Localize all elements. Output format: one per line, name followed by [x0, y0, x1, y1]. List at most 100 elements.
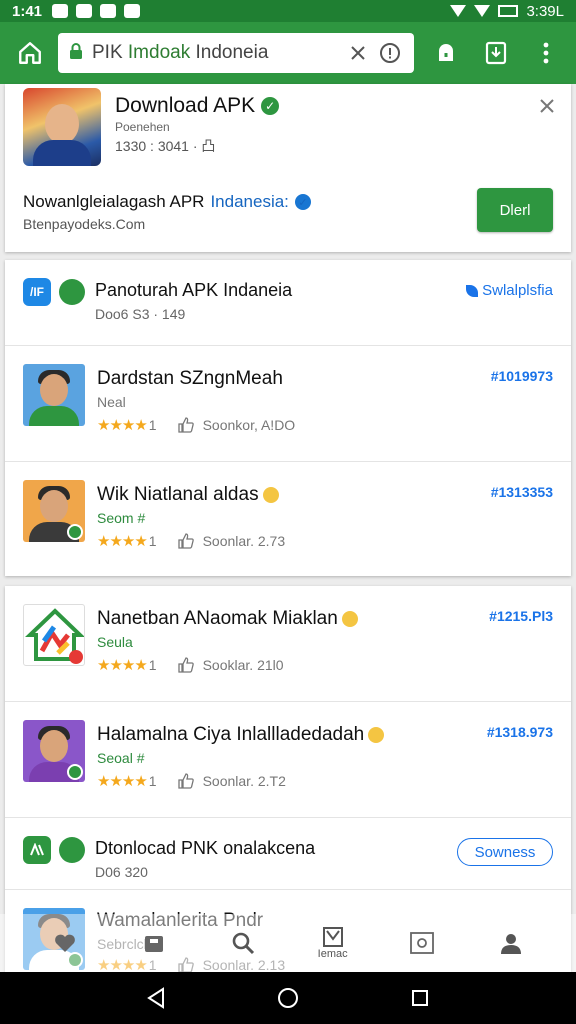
status-bar: 1:41 3:39L	[0, 0, 576, 22]
app-size: #1313353	[490, 484, 553, 500]
app-name: Wik Niatlanal aldas	[97, 484, 279, 506]
thumbs-up-icon	[177, 656, 195, 674]
app-rating: ★★★★ 1 Sooklar. 21l0	[97, 656, 284, 674]
app-thumbnail	[23, 604, 85, 666]
app-size: #1215.Pl3	[489, 608, 553, 624]
verified-icon: ✓	[261, 97, 280, 115]
emoji-icon	[262, 487, 279, 503]
section-meta: Doo6 S3 · 149	[95, 306, 186, 322]
download-button[interactable]	[476, 33, 516, 73]
shield-button[interactable]	[426, 33, 466, 73]
app-rating: ★★★★ 1 Soonlar. 2.73	[97, 533, 286, 550]
list-item[interactable]: Wik Niatlanal aldas Seom # ★★★★ 1 Soonlar…	[5, 462, 571, 578]
thumbs-up-icon	[177, 772, 195, 790]
home-button[interactable]	[10, 33, 50, 73]
app-likes: Soonlar. 2.73	[202, 533, 286, 549]
dismiss-button[interactable]	[535, 96, 559, 120]
app-name: Nanetban ANaomak Miaklan	[97, 608, 358, 630]
overflow-menu-button[interactable]	[526, 33, 566, 73]
download-section-row[interactable]: Dtonlocad PNK onalakcena D06 320 Sowness	[5, 818, 571, 890]
featured-title[interactable]: Download APK ✓	[115, 94, 280, 118]
app-size: #1019973	[490, 368, 553, 384]
featured-site: Btenpayodeks.Com	[23, 216, 146, 232]
featured-app-card: Download APK ✓ Poenehen 1330 : 3041 · 凸 …	[5, 84, 571, 252]
star-rating-icon: ★★★★	[97, 417, 148, 434]
featured-subtitle: Poenehen	[115, 120, 170, 134]
download-row-meta: D06 320	[95, 864, 148, 880]
app-thumbnail	[23, 364, 85, 426]
star-rating-icon: ★★★★	[97, 773, 148, 790]
status-clock-right: 3:39L	[526, 2, 564, 20]
app-rating: ★★★★ 1 Soonkor, A!DO	[97, 417, 296, 434]
notification-icon	[100, 4, 117, 18]
emoji-icon	[368, 727, 385, 743]
heart-icon	[54, 934, 75, 952]
app-name-text: Wik Niatlanal aldas	[97, 484, 259, 505]
open-button[interactable]: Dlerl	[477, 188, 553, 232]
star-rating-icon: ★★★★	[97, 533, 148, 550]
app-name-text: Nanetban ANaomak Miaklan	[97, 608, 338, 629]
nav-store[interactable]	[124, 919, 184, 967]
app-section-1: /IF Panoturah APK Indaneia Doo6 S3 · 149…	[5, 260, 571, 576]
nav-search[interactable]	[213, 919, 273, 967]
close-icon	[540, 99, 554, 113]
lock-icon	[68, 42, 84, 65]
section-app-icon	[23, 836, 51, 864]
app-thumbnail	[23, 720, 85, 782]
back-button[interactable]	[136, 978, 176, 1018]
app-developer: Neal	[97, 394, 126, 410]
nav-account[interactable]	[481, 919, 541, 967]
recents-icon	[412, 990, 428, 1006]
download-row-button[interactable]: Sowness	[457, 838, 553, 866]
recents-button[interactable]	[400, 978, 440, 1018]
app-developer: Seom #	[97, 510, 146, 526]
app-name-text: Halamalna Ciya Inlallladedadah	[97, 724, 365, 745]
nav-apps[interactable]	[392, 919, 452, 967]
battery-icon	[498, 5, 519, 17]
wifi-icon	[450, 5, 467, 17]
nav-library[interactable]: Iemac	[303, 919, 363, 967]
list-item[interactable]: Dardstan SZngnMeah Neal ★★★★ 1 Soonkor, A…	[5, 346, 571, 462]
url-bar[interactable]: PIK Imdoak Indoneia	[58, 33, 414, 73]
featured-app-icon[interactable]	[23, 88, 101, 166]
search-icon	[233, 932, 255, 955]
chat-icon	[59, 279, 85, 305]
home-nav-button[interactable]	[268, 978, 308, 1018]
page-info-button[interactable]	[376, 39, 404, 67]
bottom-navigation: Iemac	[0, 914, 576, 972]
more-vert-icon	[543, 42, 549, 64]
verified-icon: ✓	[294, 194, 311, 210]
url-text[interactable]: PIK Imdoak Indoneia	[92, 42, 340, 64]
nav-library-label: Iemac	[317, 948, 348, 960]
notification-icons	[52, 4, 141, 18]
circle-home-icon	[278, 988, 298, 1008]
close-icon	[351, 46, 365, 60]
section-header[interactable]: /IF Panoturah APK Indaneia Doo6 S3 · 149…	[5, 260, 571, 346]
download-icon	[485, 41, 507, 65]
featured-title-text: Download APK	[115, 94, 256, 117]
home-icon	[19, 42, 41, 64]
download-row-title: Dtonlocad PNK onalakcena	[95, 838, 316, 858]
section-link[interactable]: Swlalplsfia	[466, 282, 553, 299]
clear-url-button[interactable]	[344, 39, 372, 67]
account-icon	[501, 934, 522, 954]
section-app-icon: /IF	[23, 278, 51, 306]
app-rating: ★★★★ 1 Soonlar. 2.T2	[97, 772, 286, 790]
app-name: Halamalna Ciya Inlallladedadah	[97, 724, 385, 746]
featured-meta: 1330 : 3041 · 凸	[115, 138, 216, 154]
app-developer: Seula	[97, 634, 133, 650]
url-highlight: Imdoak	[127, 42, 191, 63]
back-icon	[147, 987, 164, 1009]
list-item[interactable]: Halamalna Ciya Inlallladedadah Seoal # ★…	[5, 702, 571, 818]
notification-icon	[124, 4, 141, 18]
apps-icon	[410, 932, 434, 954]
app-developer: Seoal #	[97, 750, 145, 766]
notification-icon	[76, 4, 93, 18]
leaf-icon	[466, 284, 479, 297]
nav-favorites[interactable]	[35, 919, 95, 967]
url-prefix: PIK	[92, 42, 123, 63]
app-likes: Sooklar. 21l0	[202, 657, 284, 673]
app-likes: Soonlar. 2.T2	[202, 773, 286, 789]
featured-desc-prefix: Nowanlgleialagash APR	[23, 192, 205, 211]
list-item[interactable]: Nanetban ANaomak Miaklan Seula ★★★★ 1 Soo…	[5, 586, 571, 702]
